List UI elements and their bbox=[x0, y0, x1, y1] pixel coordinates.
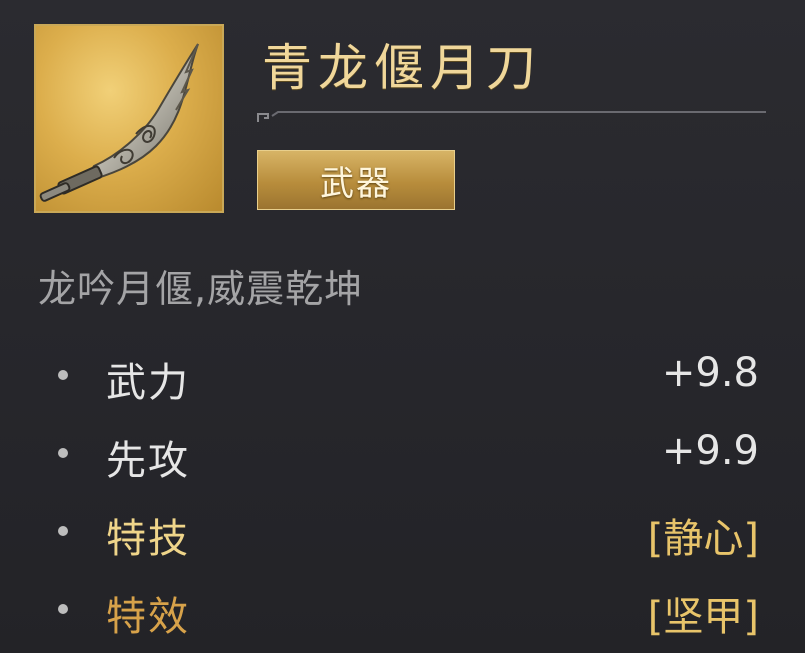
stat-value-skill[interactable]: [静心] bbox=[648, 506, 759, 564]
bullet-icon bbox=[58, 448, 68, 458]
stat-value: +9.9 bbox=[661, 428, 759, 474]
stat-row-force: 武力 +9.8 bbox=[0, 346, 805, 406]
item-tooltip-panel: 青龙偃月刀 武器 龙吟月偃,威震乾坤 武力 +9.8 先攻 +9.9 特技 [静… bbox=[0, 0, 805, 653]
stat-label: 特效 bbox=[106, 594, 190, 640]
item-description: 龙吟月偃,威震乾坤 bbox=[38, 267, 364, 311]
title-divider bbox=[257, 111, 766, 122]
bullet-icon bbox=[58, 604, 68, 614]
stat-value-effect[interactable]: [坚甲] bbox=[648, 584, 759, 642]
stat-label: 特技 bbox=[106, 516, 190, 562]
stat-value: +9.8 bbox=[661, 350, 759, 396]
item-type-badge: 武器 bbox=[257, 150, 455, 210]
bullet-icon bbox=[58, 370, 68, 380]
item-icon-frame[interactable] bbox=[34, 24, 224, 213]
stat-row-initiative: 先攻 +9.9 bbox=[0, 424, 805, 484]
crescent-blade-icon bbox=[39, 43, 199, 202]
bullet-icon bbox=[58, 526, 68, 536]
stat-label: 先攻 bbox=[106, 438, 190, 484]
stat-label: 武力 bbox=[106, 360, 190, 406]
stat-row-effect[interactable]: 特效 [坚甲] bbox=[0, 580, 805, 640]
stat-row-skill[interactable]: 特技 [静心] bbox=[0, 502, 805, 562]
item-name: 青龙偃月刀 bbox=[262, 39, 542, 97]
